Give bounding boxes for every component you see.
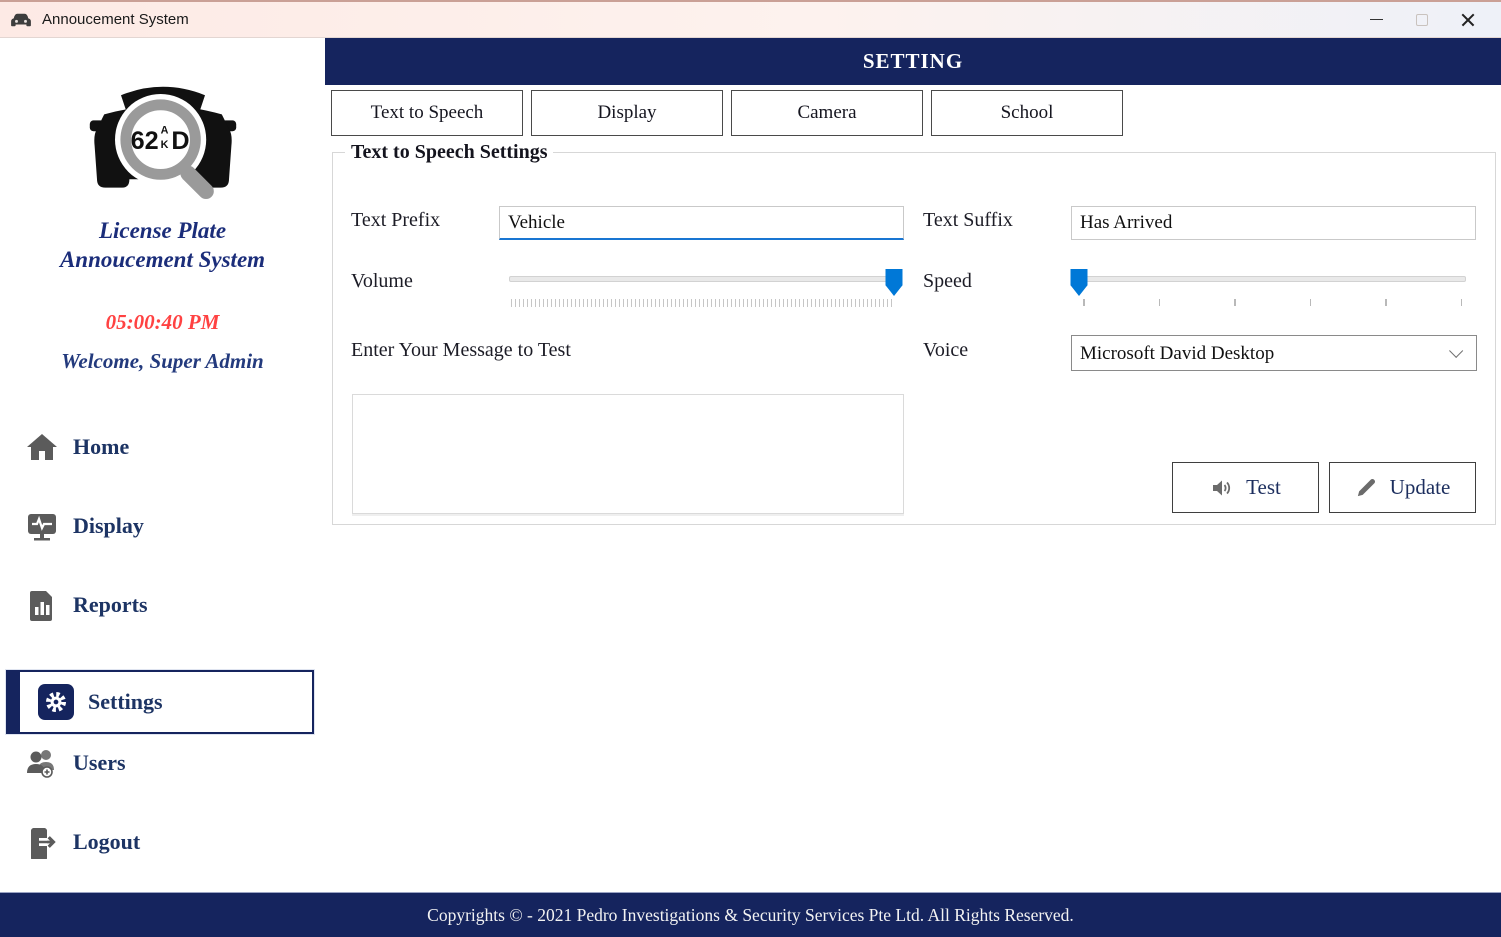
speed-slider-thumb[interactable]	[1071, 269, 1088, 296]
tab-text-to-speech[interactable]: Text to Speech	[331, 90, 523, 136]
users-icon	[25, 746, 59, 780]
settings-tabs: Text to Speech Display Camera School	[331, 90, 1123, 136]
sidebar-item-label: Home	[73, 434, 129, 460]
update-button[interactable]: Update	[1329, 462, 1476, 513]
group-title: Text to Speech Settings	[345, 141, 553, 164]
volume-slider-ticks	[511, 299, 892, 307]
message-textarea[interactable]	[352, 394, 904, 514]
sidebar-item-label: Users	[73, 750, 126, 776]
logout-icon	[25, 825, 59, 859]
plate-text-small-top: A	[160, 125, 168, 137]
window-controls	[1353, 2, 1491, 37]
volume-slider-thumb[interactable]	[886, 269, 903, 296]
update-button-label: Update	[1390, 475, 1451, 500]
plate-text-left: 62	[130, 127, 158, 155]
maximize-button[interactable]	[1399, 2, 1445, 37]
tab-display[interactable]: Display	[531, 90, 723, 136]
speaker-icon	[1210, 476, 1234, 500]
close-icon	[1461, 13, 1475, 27]
speed-slider-ticks	[1083, 299, 1462, 307]
sidebar-item-home[interactable]: Home	[25, 430, 129, 464]
title-bar: Annoucement System	[0, 0, 1501, 38]
reports-icon	[25, 588, 59, 622]
sidebar-item-label: Display	[73, 513, 144, 539]
close-button[interactable]	[1445, 2, 1491, 37]
sidebar-item-users[interactable]: Users	[25, 746, 126, 780]
window-title: Annoucement System	[42, 11, 189, 28]
page-title: SETTING	[863, 49, 963, 74]
sidebar-item-label: Logout	[73, 829, 140, 855]
app-window: Annoucement System 62 A K D License Plat…	[0, 0, 1501, 937]
license-plate-logo: 62 A K D	[78, 76, 248, 208]
speed-slider[interactable]	[1079, 268, 1466, 298]
clock: 05:00:40 PM	[0, 310, 325, 335]
brand-title: License Plate Annoucement System	[0, 216, 325, 274]
page-header: SETTING	[325, 38, 1501, 85]
test-button-label: Test	[1246, 475, 1281, 500]
pencil-icon	[1355, 476, 1378, 499]
sidebar-item-display[interactable]: Display	[25, 509, 144, 543]
volume-slider-track	[509, 276, 894, 282]
tab-school[interactable]: School	[931, 90, 1123, 136]
voice-label: Voice	[923, 339, 968, 362]
minimize-icon	[1370, 19, 1383, 20]
app-car-icon	[10, 11, 32, 29]
brand-line1: License Plate	[0, 216, 325, 245]
footer: Copyrights © - 2021 Pedro Investigations…	[0, 892, 1501, 937]
welcome-text: Welcome, Super Admin	[0, 349, 325, 374]
sidebar-item-settings[interactable]: Settings	[6, 670, 314, 734]
tab-camera[interactable]: Camera	[731, 90, 923, 136]
minimize-button[interactable]	[1353, 2, 1399, 37]
test-button[interactable]: Test	[1172, 462, 1319, 513]
tts-settings-group: Text to Speech Settings Text Prefix Text…	[332, 152, 1496, 525]
speed-slider-track	[1079, 276, 1466, 282]
text-suffix-input[interactable]	[1071, 206, 1476, 240]
sidebar-item-label: Settings	[88, 689, 163, 715]
voice-select[interactable]: Microsoft David Desktop	[1071, 335, 1477, 371]
plate-text-small-bottom: K	[160, 139, 168, 151]
display-icon	[25, 509, 59, 543]
sidebar-item-reports[interactable]: Reports	[25, 588, 148, 622]
text-suffix-label: Text Suffix	[923, 209, 1013, 232]
settings-icon	[38, 684, 74, 720]
copyright-text: Copyrights © - 2021 Pedro Investigations…	[427, 905, 1074, 926]
text-prefix-input[interactable]	[499, 206, 904, 240]
maximize-icon	[1416, 14, 1428, 26]
volume-label: Volume	[351, 270, 413, 293]
sidebar-item-logout[interactable]: Logout	[25, 825, 140, 859]
plate-text-right: D	[171, 127, 189, 155]
sidebar-item-label: Reports	[73, 592, 148, 618]
sidebar: 62 A K D License Plate Annoucement Syste…	[0, 38, 325, 892]
speed-label: Speed	[923, 270, 972, 293]
volume-slider[interactable]	[509, 268, 894, 298]
text-prefix-label: Text Prefix	[351, 209, 440, 232]
message-label: Enter Your Message to Test	[351, 339, 571, 362]
brand-line2: Annoucement System	[0, 245, 325, 274]
home-icon	[25, 430, 59, 464]
